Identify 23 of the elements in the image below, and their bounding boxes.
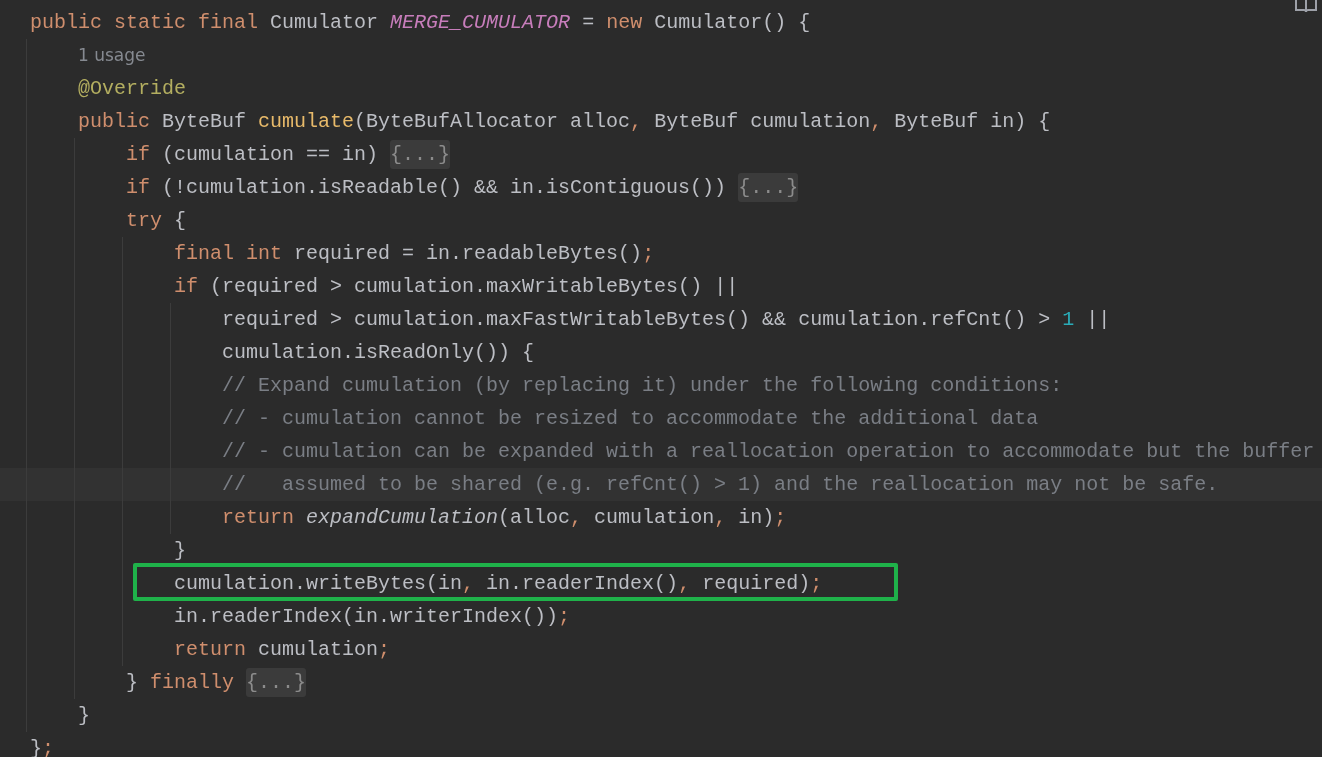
code-line: if (cumulation == in) {...} (30, 143, 451, 166)
code-line: } finally {...} (30, 671, 307, 694)
code-line: if (!cumulation.isReadable() && in.isContiguous()) {...} (30, 176, 799, 199)
book-icon[interactable] (1294, 0, 1318, 13)
code-line: cumulation.isReadOnly()) { (221, 341, 535, 364)
code-comment: // - cumulation can be expanded with a reallocation operation to accommodate but the buffer (221, 440, 1315, 463)
code-line: } (77, 704, 91, 727)
code-comment: // Expand cumulation (by replacing it) under the following conditions: (221, 374, 1063, 397)
code-line: required > cumulation.maxFastWritableBytes() && cumulation.refCnt() > 1 || (221, 308, 1111, 331)
code-line: return cumulation; (173, 638, 391, 661)
code-line: in.readerIndex(in.writerIndex()); (173, 605, 571, 628)
code-line: if (required > cumulation.maxWritableBytes() || (173, 275, 739, 298)
code-line: try { (125, 209, 187, 232)
usage-hint: 1 usage (77, 44, 146, 67)
code-comment: // assumed to be shared (e.g. refCnt() > 1) and the reallocation may not be safe. (221, 473, 1219, 496)
code-line: final int required = in.readableBytes(); (173, 242, 655, 265)
code-line: @Override (77, 77, 187, 100)
code-line: } (173, 539, 187, 562)
code-line: public static final Cumulator MERGE_CUMULATOR = new Cumulator() { (30, 11, 811, 34)
code-line: cumulation.writeBytes(in, in.readerIndex(), required); (173, 572, 823, 595)
code-line: return expandCumulation(alloc, cumulation, in); (221, 506, 787, 529)
code-line: public ByteBuf cumulate(ByteBufAllocator alloc, ByteBuf cumulation, ByteBuf in) { (77, 110, 1051, 133)
code-comment: // - cumulation cannot be resized to accommodate the additional data (221, 407, 1039, 430)
